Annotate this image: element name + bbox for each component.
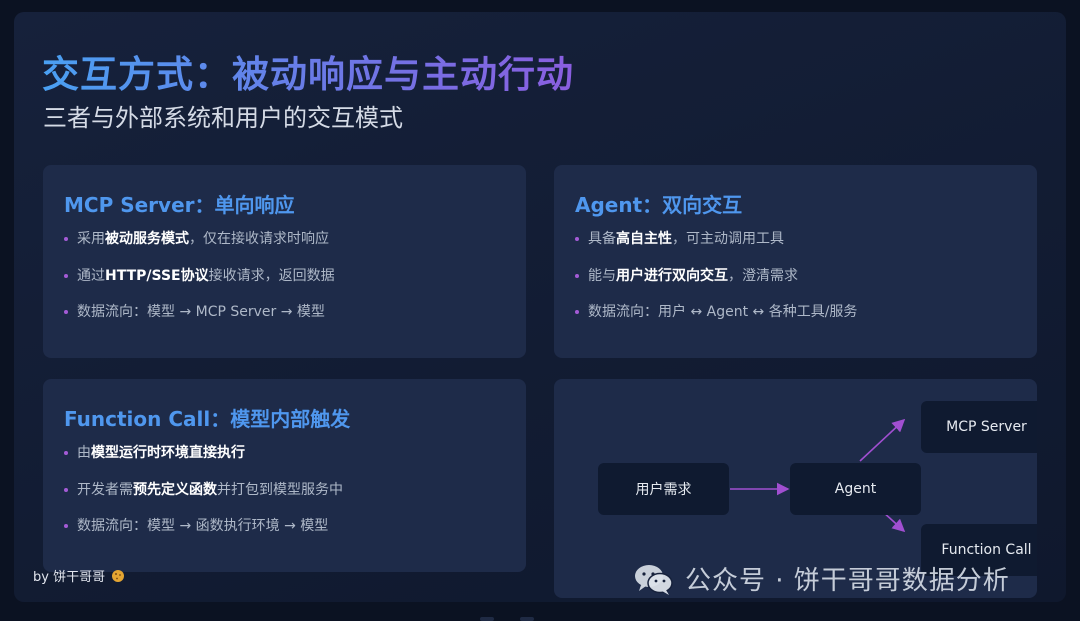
bullet-dot	[575, 237, 579, 241]
bullet-list: 由模型运行时环境直接执行 开发者需 预先定义函数 并打包到模型服务中 数据流向：模型…	[64, 445, 343, 555]
list-item: 数据流向：用户 ↔ Agent ↔ 各种工具/服务	[575, 304, 857, 341]
node-mcp-server: MCP Server	[921, 401, 1037, 453]
bullet-text: 由	[77, 445, 91, 461]
bullet-dot	[64, 524, 68, 528]
card-title: MCP Server：单向响应	[64, 193, 295, 217]
list-item: 开发者需 预先定义函数 并打包到模型服务中	[64, 482, 343, 519]
bullet-bold: 模型运行时环境直接执行	[91, 445, 245, 461]
list-item: 具备 高自主性 ，可主动调用工具	[575, 231, 857, 268]
list-item: 数据流向：模型 → 函数执行环境 → 模型	[64, 518, 343, 555]
node-user-request: 用户需求	[598, 463, 729, 515]
bullet-text: 并打包到模型服务中	[217, 481, 343, 498]
slide-indicator	[520, 617, 534, 621]
bullet-list: 采用 被动服务模式 ，仅在接收请求时响应 通过 HTTP/SSE协议 接收请求，返回数据…	[64, 231, 335, 341]
list-item: 数据流向：模型 → MCP Server → 模型	[64, 304, 335, 341]
page-subtitle: 三者与外部系统和用户的交互模式	[43, 104, 403, 132]
bullet-text: ，澄清需求	[728, 267, 798, 284]
bullet-dot	[575, 310, 579, 314]
wechat-icon	[635, 564, 673, 595]
list-item: 通过 HTTP/SSE协议 接收请求，返回数据	[64, 268, 335, 305]
bullet-dot	[64, 451, 68, 455]
card-mcp-server: MCP Server：单向响应 采用 被动服务模式 ，仅在接收请求时响应 通过 HTT…	[43, 165, 526, 358]
bullet-text: 接收请求，返回数据	[208, 267, 335, 284]
card-title: Function Call：模型内部触发	[64, 407, 351, 431]
bullet-text: ，可主动调用工具	[672, 231, 784, 247]
bullet-dot	[575, 273, 579, 278]
card-title: Agent：双向交互	[575, 193, 743, 217]
bullet-bold: 预先定义函数	[133, 481, 217, 498]
page-title: 交互方式：被动响应与主动行动	[42, 44, 574, 98]
bullet-text: 通过	[77, 267, 105, 284]
bullet-list: 具备 高自主性 ，可主动调用工具 能与 用户进行双向交互 ，澄清需求 数据流向：用户 ↔…	[575, 231, 857, 341]
card-function-call: Function Call：模型内部触发 由模型运行时环境直接执行 开发者需 预先…	[43, 379, 526, 572]
bullet-dot	[64, 273, 68, 278]
bullet-bold: 被动服务模式	[105, 231, 189, 247]
wechat-watermark: 公众号 · 饼干哥哥数据分析	[633, 560, 1010, 597]
bullet-text: 数据流向：模型 → MCP Server → 模型	[77, 304, 325, 320]
watermark-text: 公众号 · 饼干哥哥数据分析	[685, 566, 1010, 596]
card-agent: Agent：双向交互 具备 高自主性 ，可主动调用工具 能与 用户进行双向交互 ，澄清需…	[554, 165, 1037, 358]
list-item: 能与 用户进行双向交互 ，澄清需求	[575, 268, 857, 305]
bullet-dot	[64, 487, 68, 492]
list-item: 由模型运行时环境直接执行	[64, 445, 343, 482]
bullet-dot	[64, 310, 68, 314]
bullet-text: 采用	[77, 231, 105, 247]
node-agent: Agent	[790, 463, 921, 515]
bullet-bold: 高自主性	[616, 231, 672, 247]
cookie-icon	[112, 570, 125, 582]
list-item: 采用 被动服务模式 ，仅在接收请求时响应	[64, 231, 335, 268]
slide-indicator	[480, 617, 494, 621]
bullet-text: 数据流向：模型 → 函数执行环境 → 模型	[77, 518, 329, 534]
bullet-text: 数据流向：用户 ↔ Agent ↔ 各种工具/服务	[588, 304, 858, 320]
bullet-dot	[64, 237, 68, 241]
byline-text: by 饼干哥哥	[33, 570, 106, 585]
bullet-bold: HTTP/SSE协议	[105, 267, 209, 284]
bullet-text: 开发者需	[77, 481, 133, 498]
bullet-text: 具备	[588, 231, 616, 247]
bullet-text: ，仅在接收请求时响应	[189, 231, 329, 247]
bullet-bold: 用户进行双向交互	[616, 267, 728, 284]
author-byline: by 饼干哥哥	[33, 566, 125, 585]
bullet-text: 能与	[588, 267, 616, 284]
arrow-agent-to-mcp	[859, 418, 906, 462]
